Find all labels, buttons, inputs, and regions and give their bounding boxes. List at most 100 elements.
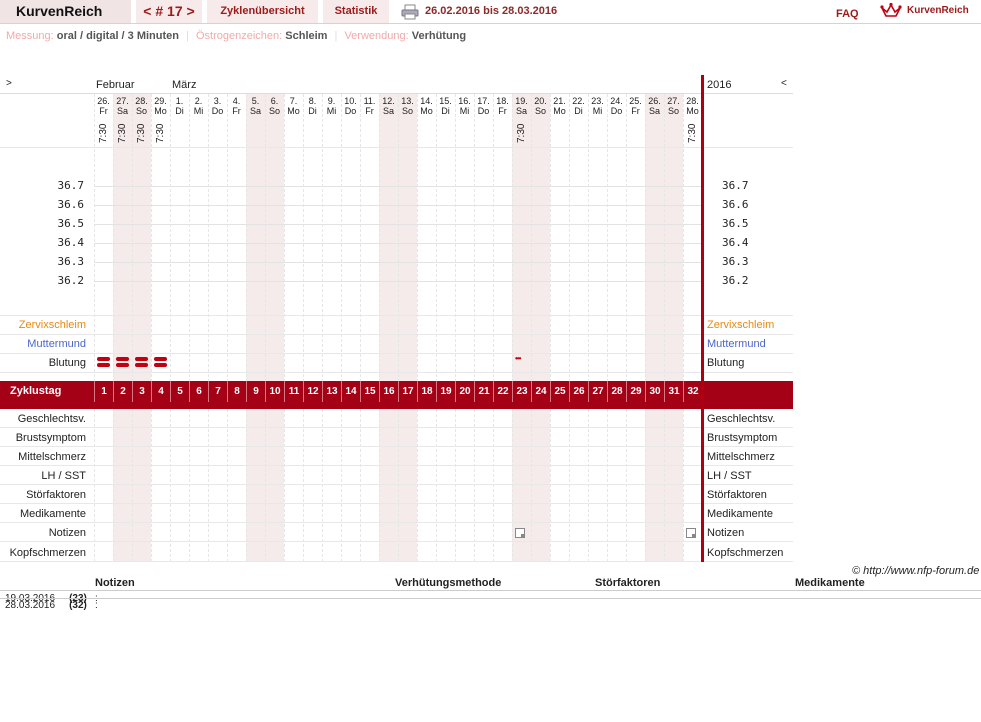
muttermund-row[interactable] <box>0 335 793 354</box>
scroll-right-button[interactable]: < <box>781 78 787 89</box>
muttermund-label: Muttermund <box>27 338 86 350</box>
scroll-left-button[interactable]: > <box>6 78 12 89</box>
messung-value: oral / digital / 3 Minuten <box>56 30 179 42</box>
date-row <box>0 94 793 148</box>
cycle-day-number[interactable]: 7 <box>208 381 227 402</box>
note-icon[interactable] <box>686 528 696 538</box>
date-range: 26.02.2016 bis 28.03.2016 <box>425 5 558 17</box>
geschlecht-row[interactable] <box>0 409 793 428</box>
cycle-day-number[interactable]: 16 <box>379 381 398 402</box>
cycle-day-number[interactable]: 20 <box>455 381 474 402</box>
brust-label: Brustsymptom <box>15 432 86 444</box>
note-cycle-day: (32) <box>69 600 87 611</box>
cycle-day-number[interactable]: 15 <box>360 381 379 402</box>
cycle-day-number[interactable]: 25 <box>550 381 569 402</box>
zervix-label-right: Zervixschleim <box>707 319 775 331</box>
disturbance-col-header: Störfaktoren <box>595 577 661 589</box>
medikamente-row[interactable] <box>0 504 793 523</box>
cycle-day-number[interactable]: 23 <box>512 381 531 402</box>
kopfschmerzen-row[interactable] <box>0 542 793 562</box>
cycle-day-number[interactable]: 19 <box>436 381 455 402</box>
cycle-day-number[interactable]: 29 <box>626 381 645 402</box>
tab-cycle-overview[interactable]: Zyklenübersicht <box>207 0 318 23</box>
brust-label-right: Brustsymptom <box>707 432 778 444</box>
cycle-day-number[interactable]: 9 <box>246 381 265 402</box>
cycle-day-number[interactable]: 13 <box>322 381 341 402</box>
note-text: : <box>95 600 98 611</box>
cycle-day-number[interactable]: 11 <box>284 381 303 402</box>
row-divider <box>0 598 981 599</box>
note-icon[interactable] <box>515 528 525 538</box>
cycle-chart: > < 2016 Februar März 26. Fr 7:30 27. Sa 7:30… <box>0 75 793 562</box>
geschlecht-label-right: Geschlechtsv. <box>707 413 776 425</box>
cycle-day-number[interactable]: 4 <box>151 381 170 402</box>
kopfschmerzen-label: Kopfschmerzen <box>9 547 86 559</box>
heavy-bleeding-mark[interactable] <box>116 357 129 368</box>
cycle-day-number[interactable]: 10 <box>265 381 284 402</box>
oestrogen-value: Schleim <box>285 30 328 42</box>
copyright-notice: © http://www.nfp-forum.de <box>852 565 980 577</box>
crown-logo-icon <box>880 2 902 17</box>
stoerfaktoren-row[interactable] <box>0 485 793 504</box>
temperature-area <box>0 148 793 316</box>
cycle-navigator[interactable]: < # 17 > <box>136 0 202 23</box>
oestrogen-label: Östrogenzeichen: <box>195 30 283 42</box>
cycle-day-number[interactable]: 22 <box>493 381 512 402</box>
lh-row[interactable] <box>0 466 793 485</box>
blutung-label: Blutung <box>48 357 86 369</box>
lh-label: LH / SST <box>41 470 86 482</box>
lh-label-right: LH / SST <box>707 470 752 482</box>
cycle-day-number[interactable]: 14 <box>341 381 360 402</box>
cycle-day-number[interactable]: 2 <box>113 381 132 402</box>
notes-table-header: Notizen Verhütungsmethode Störfaktoren M… <box>0 577 981 591</box>
brand-logo[interactable]: KurvenReich <box>907 5 969 16</box>
spotting-mark[interactable]: ••• <box>515 354 521 363</box>
cycle-day-number[interactable]: 32 <box>683 381 702 402</box>
cycle-day-number[interactable]: 12 <box>303 381 322 402</box>
cycle-day-number[interactable]: 8 <box>227 381 246 402</box>
heavy-bleeding-mark[interactable] <box>97 357 110 368</box>
cycle-day-number[interactable]: 27 <box>588 381 607 402</box>
brust-row[interactable] <box>0 428 793 447</box>
faq-link[interactable]: FAQ <box>836 8 859 20</box>
mittelschmerz-label: Mittelschmerz <box>18 451 86 463</box>
cycle-day-number[interactable]: 6 <box>189 381 208 402</box>
today-marker-line <box>701 75 704 562</box>
app-title[interactable]: KurvenReich <box>0 0 131 23</box>
cycle-day-number[interactable]: 24 <box>531 381 550 402</box>
tab-statistics[interactable]: Statistik <box>323 0 389 23</box>
heavy-bleeding-mark[interactable] <box>154 357 167 368</box>
cycle-day-number[interactable]: 30 <box>645 381 664 402</box>
notizen-label-right: Notizen <box>707 527 745 539</box>
separator: | <box>186 30 189 42</box>
cycle-day-bar: Zyklustag 1 2 3 4 5 6 7 8 9 10 11 12 13 14 15 16 17 18 19 2… <box>0 381 793 402</box>
notizen-label: Notizen <box>48 527 86 539</box>
method-col-header: Verhütungsmethode <box>395 577 502 589</box>
cycle-day-number[interactable]: 5 <box>170 381 189 402</box>
printer-icon[interactable] <box>401 4 419 20</box>
muttermund-label-right: Muttermund <box>707 338 766 350</box>
month-label: Februar <box>96 79 135 91</box>
cycle-day-number[interactable]: 21 <box>474 381 493 402</box>
heavy-bleeding-mark[interactable] <box>135 357 148 368</box>
geschlecht-label: Geschlechtsv. <box>17 413 86 425</box>
mittelschmerz-row[interactable] <box>0 447 793 466</box>
cycle-day-number[interactable]: 28 <box>607 381 626 402</box>
cycle-day-number[interactable]: 18 <box>417 381 436 402</box>
cycle-day-number[interactable]: 17 <box>398 381 417 402</box>
notizen-row[interactable] <box>0 523 793 542</box>
verwendung-value: Verhütung <box>411 30 467 42</box>
cycle-day-number[interactable]: 26 <box>569 381 588 402</box>
stoerfaktoren-label: Störfaktoren <box>26 489 86 501</box>
medication-col-header: Medikamente <box>795 577 865 589</box>
note-date: 28.03.2016 <box>5 600 56 611</box>
blutung-label-right: Blutung <box>707 357 745 369</box>
cycle-day-number[interactable]: 1 <box>94 381 113 402</box>
cycle-day-number[interactable]: 31 <box>664 381 683 402</box>
zervix-label: Zervixschleim <box>18 319 86 331</box>
cycle-day-number[interactable]: 3 <box>132 381 151 402</box>
zervix-row[interactable] <box>0 316 793 335</box>
medikamente-label-right: Medikamente <box>707 508 774 520</box>
mittelschmerz-label-right: Mittelschmerz <box>707 451 775 463</box>
month-label: März <box>172 79 197 91</box>
